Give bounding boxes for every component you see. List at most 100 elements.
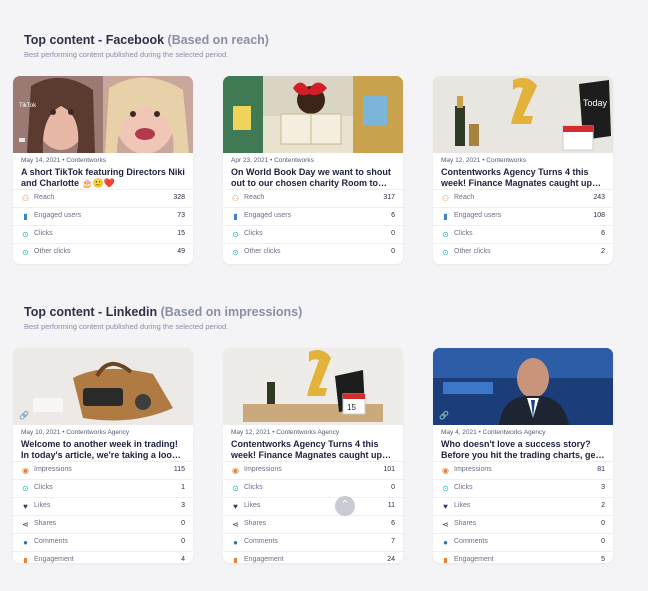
link-icon: 🔗 [439,410,449,420]
post-meta: May 10, 2021 • Contentworks Agency [21,429,130,436]
linkedin-content-card[interactable]: 🔗 May 4, 2021 • Contentworks Agency Who … [433,348,613,563]
linkedin-section-description: Best performing content published during… [24,322,229,331]
post-title-line1: Who doesn't love a success story? [441,439,591,449]
post-title[interactable]: A short TikTok featuring Directors Niki … [21,167,187,189]
eye-icon: ◉ [22,466,29,475]
post-metrics: ⚇ Reach 317 ▮ Engaged users 6 ⊙ Clicks 0 ⊙ Othe… [223,189,403,261]
metric-likes: ♥ Likes 11 [223,497,403,515]
post-thumbnail[interactable]: TikTok [13,76,193,153]
post-meta: May 12, 2021 • Contentworks [441,157,527,164]
metric-shares: ⋖ Shares 6 [223,515,403,533]
bar-chart-icon: ▮ [23,212,28,221]
metric-shares: ⋖ Shares 0 [433,515,613,533]
linkedin-title-sub: (Based on impressions) [160,305,303,319]
metric-reach: ⚇ Reach 328 [13,189,193,207]
post-title[interactable]: Who doesn't love a success story? Before… [441,439,607,461]
linkedin-section-title: Top content - Linkedin (Based on impress… [24,305,302,319]
linkedin-content-card[interactable]: 🔗 May 10, 2021 • Contentworks Agency Wel… [13,348,193,563]
metric-engagement: ▮ Engagement 5 [433,551,613,563]
search-click-icon: ⊙ [232,248,239,257]
bar-chart-icon: ▮ [443,212,448,221]
post-thumbnail[interactable]: 🔗 [13,348,193,425]
eye-icon: ◉ [232,466,239,475]
post-meta: Apr 23, 2021 • Contentworks [231,157,314,164]
facebook-content-card[interactable]: Today May 12, 2021 • Contentworks Conten… [433,76,613,264]
search-click-icon: ⊙ [232,484,239,493]
post-title-line2: week! Finance Magnates caught up… [231,450,392,460]
post-title-line1: On World Book Day we want to shout [231,167,391,177]
search-click-icon: ⊙ [442,484,449,493]
reach-icon: ⚇ [21,194,30,203]
post-metrics: ⚇ Reach 328 ▮ Engaged users 73 ⊙ Clicks 15 ⊙ Ot… [13,189,193,261]
comment-icon: ● [233,538,238,547]
metric-shares: ⋖ Shares 0 [13,515,193,533]
search-click-icon: ⊙ [442,230,449,239]
reach-icon: ⚇ [231,194,240,203]
metric-clicks: ⊙ Clicks 1 [13,479,193,497]
calendar-text: 15 [347,403,356,412]
post-meta: May 14, 2021 • Contentworks [21,157,107,164]
facebook-title-text: Top content - Facebook [24,33,165,47]
facebook-section-description: Best performing content published during… [24,50,229,59]
metric-engagement: ▮ Engagement 4 [13,551,193,563]
post-metrics: ◉ Impressions 81 ⊙ Clicks 3 ♥ Likes 2 ⋖ Shares 0… [433,461,613,563]
metric-impressions: ◉ Impressions 101 [223,461,403,479]
comment-icon: ● [23,538,28,547]
metric-clicks: ⊙ Clicks 15 [13,225,193,243]
calendar-text: Today [583,98,608,108]
chevron-up-icon: ⌃ [340,499,350,511]
facebook-content-card[interactable]: Apr 23, 2021 • Contentworks On World Boo… [223,76,403,264]
post-title-line1: Contentworks Agency Turns 4 this [231,439,379,449]
search-click-icon: ⊙ [232,230,239,239]
scroll-to-top-button[interactable]: ⌃ [335,496,355,516]
post-title[interactable]: Welcome to another week in trading! In t… [21,439,187,461]
post-thumbnail[interactable] [223,76,403,153]
post-thumbnail[interactable]: 15 [223,348,403,425]
linkedin-content-card[interactable]: 15 May 12, 2021 • Contentworks Agency Co… [223,348,403,563]
share-icon: ⋖ [442,520,449,529]
metric-reach: ⚇ Reach 243 [433,189,613,207]
post-title-line1: Contentworks Agency Turns 4 this [441,167,589,177]
heart-icon: ♥ [233,502,238,511]
metric-impressions: ◉ Impressions 115 [13,461,193,479]
metric-comments: ● Comments 0 [13,533,193,551]
metric-reach: ⚇ Reach 317 [223,189,403,207]
metric-other-clicks: ⊙ Other clicks 2 [433,243,613,261]
post-meta: May 12, 2021 • Contentworks Agency [231,429,340,436]
share-icon: ⋖ [232,520,239,529]
post-thumbnail[interactable]: Today [433,76,613,153]
metric-engaged-users: ▮ Engaged users 6 [223,207,403,225]
post-title-line2: and Charlotte 🎂🙂❤️ [21,178,116,188]
metric-impressions: ◉ Impressions 81 [433,461,613,479]
tiktok-watermark: TikTok [19,103,37,109]
engagement-icon: ▮ [233,556,238,563]
engagement-icon: ▮ [443,556,448,563]
heart-icon: ♥ [23,502,28,511]
search-click-icon: ⊙ [22,230,29,239]
metric-likes: ♥ Likes 2 [433,497,613,515]
metric-clicks: ⊙ Clicks 3 [433,479,613,497]
heart-icon: ♥ [443,502,448,511]
post-metrics: ◉ Impressions 115 ⊙ Clicks 1 ♥ Likes 3 ⋖ Shares… [13,461,193,563]
post-title[interactable]: On World Book Day we want to shout out t… [231,167,397,189]
engagement-icon: ▮ [23,556,28,563]
post-thumbnail[interactable]: 🔗 [433,348,613,425]
metric-engaged-users: ▮ Engaged users 73 [13,207,193,225]
reach-icon: ⚇ [441,194,450,203]
post-meta: May 4, 2021 • Contentworks Agency [441,429,546,436]
metric-engaged-users: ▮ Engaged users 108 [433,207,613,225]
post-metrics: ⚇ Reach 243 ▮ Engaged users 108 ⊙ Clicks 6 ⊙ Ot… [433,189,613,261]
eye-icon: ◉ [442,466,449,475]
metric-comments: ● Comments 7 [223,533,403,551]
bar-chart-icon: ▮ [233,212,238,221]
comment-icon: ● [443,538,448,547]
post-title[interactable]: Contentworks Agency Turns 4 this week! F… [231,439,397,461]
post-title[interactable]: Contentworks Agency Turns 4 this week! F… [441,167,607,189]
post-title-line2: out to our chosen charity Room to… [231,178,388,188]
search-click-icon: ⊙ [442,248,449,257]
facebook-content-card[interactable]: TikTok May 14, 2021 • Contentworks A sho… [13,76,193,264]
post-title-line2: Before you hit the trading charts, ge… [441,450,605,460]
post-title-line1: Welcome to another week in trading! [21,439,178,449]
share-icon: ⋖ [22,520,29,529]
metric-clicks: ⊙ Clicks 0 [223,225,403,243]
